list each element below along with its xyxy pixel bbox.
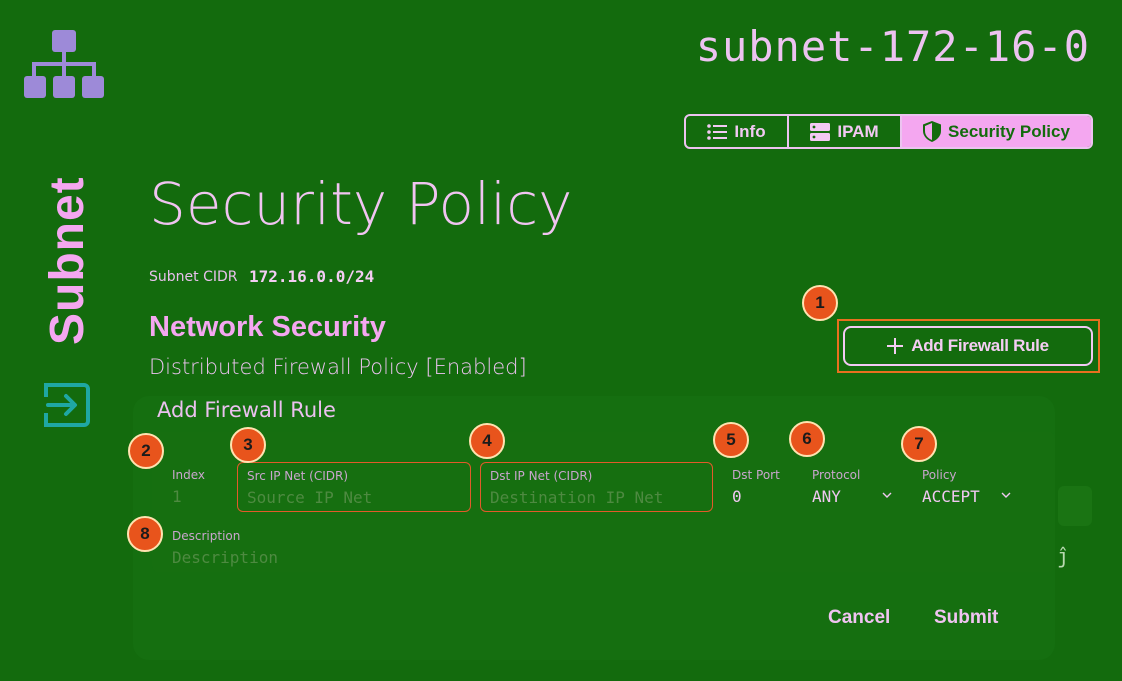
description-label: Description	[172, 529, 241, 543]
add-firewall-rule-label: Add Firewall Rule	[911, 336, 1049, 355]
tab-ipam-label: IPAM	[837, 121, 879, 141]
server-icon	[810, 122, 831, 141]
subnet-cidr-label: Subnet CIDR	[149, 269, 238, 285]
annotation-badge-2: 2	[128, 433, 164, 469]
tab-ipam[interactable]: IPAM	[789, 116, 902, 147]
annotation-badge-1: 1	[802, 285, 838, 321]
src-ip-field[interactable]: Src IP Net (CIDR) Source IP Net	[237, 462, 471, 512]
protocol-select[interactable]: Protocol ANY	[803, 462, 903, 512]
tab-security-policy-label: Security Policy	[948, 121, 1070, 141]
policy-label: Policy	[922, 468, 957, 482]
firewall-status: Distributed Firewall Policy [Enabled]	[149, 355, 527, 379]
src-ip-input[interactable]: Source IP Net	[247, 488, 372, 507]
chevron-down-icon	[882, 492, 892, 498]
annotation-badge-3: 3	[230, 427, 266, 463]
dst-ip-input[interactable]: Destination IP Net	[490, 488, 663, 507]
tab-bar: Info IPAM Security Policy	[684, 114, 1093, 149]
annotation-badge-8: 8	[127, 516, 163, 552]
tab-info-label: Info	[734, 121, 766, 141]
dst-port-field[interactable]: Dst Port 0	[723, 462, 793, 512]
dst-ip-field[interactable]: Dst IP Net (CIDR) Destination IP Net	[480, 462, 713, 512]
plus-icon	[887, 338, 904, 354]
section-title: Network Security	[149, 311, 386, 343]
chevron-down-icon	[1001, 492, 1011, 498]
annotation-badge-5: 5	[713, 422, 749, 458]
annotation-badge-7: 7	[901, 426, 937, 462]
submit-button[interactable]: Submit	[934, 607, 998, 629]
shield-icon	[923, 121, 942, 142]
subnet-cidr-value: 172.16.0.0/24	[249, 267, 375, 286]
tab-security-policy[interactable]: Security Policy	[902, 116, 1091, 147]
form-title: Add Firewall Rule	[157, 398, 336, 422]
policy-value: ACCEPT	[922, 487, 980, 506]
logout-icon[interactable]	[44, 381, 92, 429]
index-field[interactable]: Index 1	[163, 462, 229, 512]
subnet-name: subnet-172-16-0	[695, 22, 1090, 71]
network-hierarchy-icon[interactable]	[22, 30, 106, 100]
protocol-label: Protocol	[812, 468, 861, 482]
page-title: Security Policy	[149, 170, 573, 238]
dst-port-label: Dst Port	[732, 468, 780, 482]
cursor-glyph: ĵ	[1057, 544, 1070, 568]
policy-select[interactable]: Policy ACCEPT	[913, 462, 1023, 512]
dst-port-input[interactable]: 0	[732, 487, 742, 506]
description-field[interactable]: Description Description	[163, 523, 1023, 573]
dst-ip-label: Dst IP Net (CIDR)	[490, 469, 593, 483]
description-input[interactable]: Description	[172, 548, 278, 567]
cancel-button[interactable]: Cancel	[828, 607, 890, 629]
protocol-value: ANY	[812, 487, 841, 506]
add-firewall-rule-button[interactable]: Add Firewall Rule	[843, 326, 1093, 366]
tab-info[interactable]: Info	[686, 116, 789, 147]
list-icon	[707, 123, 728, 140]
index-input[interactable]: 1	[172, 487, 182, 506]
sidebar-title: Subnet	[41, 176, 94, 345]
src-ip-label: Src IP Net (CIDR)	[247, 469, 349, 483]
index-label: Index	[172, 468, 206, 482]
annotation-badge-4: 4	[469, 423, 505, 459]
faded-button	[1058, 486, 1092, 526]
annotation-badge-6: 6	[789, 421, 825, 457]
